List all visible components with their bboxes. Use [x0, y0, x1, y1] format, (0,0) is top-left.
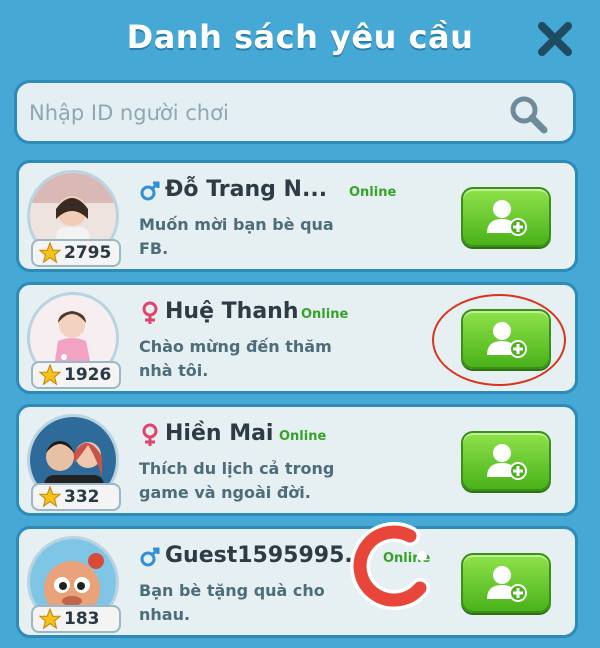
- player-name: Đỗ Trang N...: [165, 177, 328, 202]
- list-item: 183 Guest1595995... Online Bạn bè tặng q…: [16, 526, 578, 638]
- female-icon: [142, 423, 158, 446]
- logo-watermark-icon: [350, 522, 430, 611]
- level-badge: 332: [31, 483, 121, 511]
- star-icon: [39, 608, 61, 630]
- male-icon: [140, 181, 160, 201]
- level-badge: 1926: [31, 361, 121, 389]
- search-input[interactable]: [27, 91, 511, 135]
- add-friend-icon: [487, 566, 527, 602]
- request-list: 2795 Đỗ Trang N... Online Muốn mời bạn b…: [16, 160, 578, 648]
- add-friend-icon: [487, 200, 527, 236]
- request-message: Chào mừng đến thăm nhà tôi.: [139, 337, 332, 380]
- search-bar: [14, 80, 576, 144]
- add-friend-button[interactable]: [461, 309, 551, 369]
- level-value: 1926: [64, 365, 112, 385]
- add-friend-icon: [487, 322, 527, 358]
- close-icon[interactable]: [536, 20, 574, 58]
- player-name: Hiền Mai: [165, 421, 274, 446]
- level-value: 2795: [64, 243, 112, 263]
- female-icon: [142, 301, 158, 324]
- list-item: 1926 Huệ Thanh Online Chào mừng đến thăm…: [16, 282, 578, 394]
- level-value: 183: [64, 609, 100, 629]
- add-friend-button[interactable]: [461, 553, 551, 613]
- male-icon: [140, 547, 160, 567]
- add-friend-button[interactable]: [461, 431, 551, 491]
- request-message: Bạn bè tặng quà cho nhau.: [139, 581, 325, 624]
- star-icon: [39, 364, 61, 386]
- list-item: 2795 Đỗ Trang N... Online Muốn mời bạn b…: [16, 160, 578, 272]
- request-message: Thích du lịch cả trong game và ngoài đời…: [139, 459, 335, 502]
- page-title: Danh sách yêu cầu: [126, 18, 474, 56]
- online-status: Online: [301, 307, 349, 322]
- player-name: Guest1595995...: [165, 543, 370, 568]
- online-status: Online: [349, 185, 397, 200]
- star-icon: [39, 242, 61, 264]
- level-value: 332: [64, 487, 100, 507]
- online-status: Online: [279, 429, 327, 444]
- star-icon: [39, 486, 61, 508]
- search-icon[interactable]: [507, 93, 549, 135]
- add-friend-icon: [487, 444, 527, 480]
- list-item: 332 Hiền Mai Online Thích du lịch cả tro…: [16, 404, 578, 516]
- level-badge: 2795: [31, 239, 121, 267]
- request-message: Muốn mời bạn bè qua FB.: [139, 215, 334, 258]
- player-name: Huệ Thanh: [165, 299, 299, 324]
- level-badge: 183: [31, 605, 121, 633]
- add-friend-button[interactable]: [461, 187, 551, 247]
